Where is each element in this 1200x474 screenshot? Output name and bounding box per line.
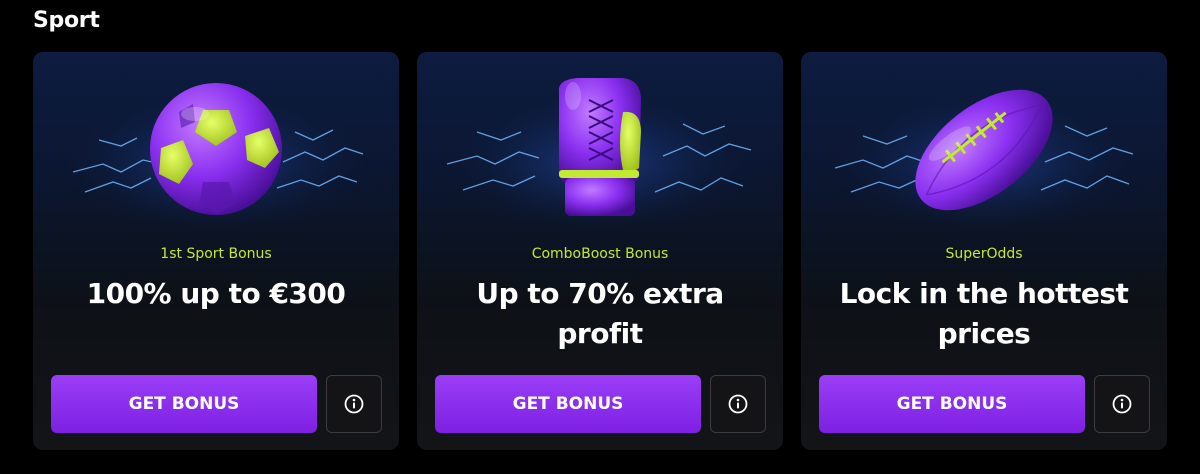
- boxing-glove-icon: [440, 78, 760, 232]
- get-bonus-button[interactable]: GET BONUS: [819, 375, 1085, 433]
- card-subtitle: SuperOdds: [945, 246, 1023, 262]
- card-headline-line: profit: [557, 317, 643, 350]
- info-button[interactable]: [1094, 375, 1150, 433]
- card-subtitle: 1st Sport Bonus: [160, 246, 272, 262]
- american-football-icon: [824, 87, 1144, 232]
- get-bonus-button[interactable]: GET BONUS: [435, 375, 701, 433]
- card-headline-line: 100% up to €300: [86, 277, 346, 310]
- bonus-card-superodds: SuperOdds Lock in the hottest prices GET…: [801, 52, 1167, 450]
- card-subtitle: ComboBoost Bonus: [531, 246, 669, 262]
- info-icon: [1112, 394, 1132, 414]
- card-headline-line: Up to 70% extra: [476, 277, 724, 310]
- card-headline: 100% up to €300: [33, 274, 399, 314]
- section-title: Sport: [33, 8, 100, 33]
- info-button[interactable]: [326, 375, 382, 433]
- bonus-card-sport: 1st Sport Bonus 100% up to €300 GET BONU…: [33, 52, 399, 450]
- info-icon: [728, 394, 748, 414]
- bonus-card-comboboost: ComboBoost Bonus Up to 70% extra profit …: [417, 52, 783, 450]
- card-headline: Lock in the hottest prices: [801, 274, 1167, 354]
- soccer-ball-icon: [56, 83, 376, 232]
- card-headline: Up to 70% extra profit: [417, 274, 783, 354]
- get-bonus-button[interactable]: GET BONUS: [51, 375, 317, 433]
- info-button[interactable]: [710, 375, 766, 433]
- bonus-cards: 1st Sport Bonus 100% up to €300 GET BONU…: [33, 52, 1167, 450]
- card-headline-line: prices: [937, 317, 1031, 350]
- info-icon: [344, 394, 364, 414]
- card-headline-line: Lock in the hottest: [839, 277, 1129, 310]
